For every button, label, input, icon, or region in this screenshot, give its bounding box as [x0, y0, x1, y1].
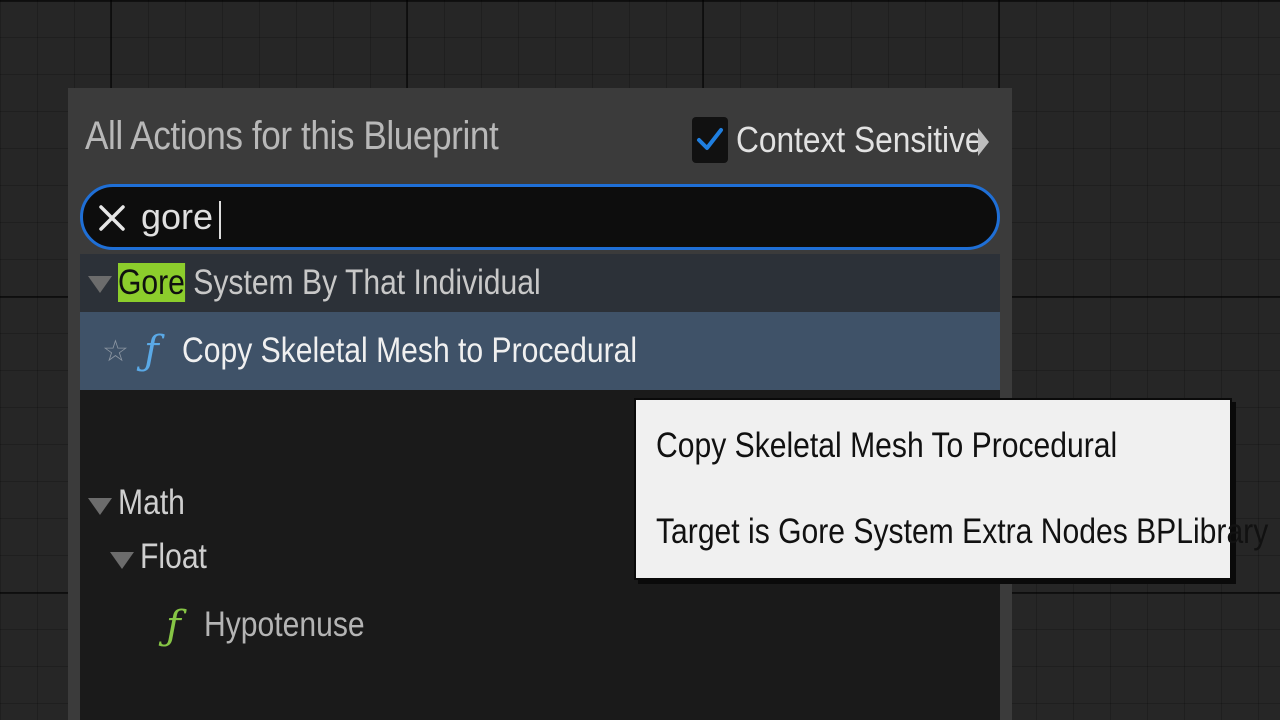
expand-arrow-icon[interactable] — [978, 128, 989, 156]
list-item-hypotenuse[interactable]: Hypotenuse — [204, 605, 365, 645]
context-sensitive-label[interactable]: Context Sensitive — [736, 119, 983, 161]
list-item-label: Copy Skeletal Mesh to Procedural — [182, 331, 638, 370]
checkmark-icon — [697, 128, 723, 150]
list-item-copy-skeletal-mesh[interactable]: ☆ ƒ Copy Skeletal Mesh to Procedural — [80, 312, 1000, 390]
close-icon[interactable] — [97, 203, 127, 233]
category-row-gore-system[interactable]: Gore System By That Individual — [80, 254, 1000, 312]
category-row-math[interactable]: Math — [118, 483, 185, 523]
favorite-star-icon[interactable]: ☆ — [102, 334, 129, 369]
panel-title: All Actions for this Blueprint — [85, 114, 499, 158]
function-icon: ƒ — [144, 328, 159, 374]
tooltip-target: Target is Gore System Extra Nodes BPLibr… — [656, 512, 1269, 551]
context-sensitive-checkbox[interactable] — [692, 117, 728, 163]
function-icon: ƒ — [166, 603, 181, 649]
chevron-down-icon[interactable] — [88, 498, 112, 515]
chevron-down-icon[interactable] — [88, 276, 112, 293]
chevron-down-icon[interactable] — [110, 552, 134, 569]
text-caret — [219, 201, 221, 239]
category-label: Gore System By That Individual — [118, 263, 541, 302]
subcategory-row-float[interactable]: Float — [140, 537, 207, 577]
search-box[interactable] — [80, 184, 1000, 250]
tooltip-title: Copy Skeletal Mesh To Procedural — [656, 426, 1118, 465]
search-input[interactable] — [141, 195, 961, 239]
node-tooltip: Copy Skeletal Mesh To Procedural Target … — [634, 398, 1268, 580]
search-match-highlight: Gore — [118, 263, 185, 302]
